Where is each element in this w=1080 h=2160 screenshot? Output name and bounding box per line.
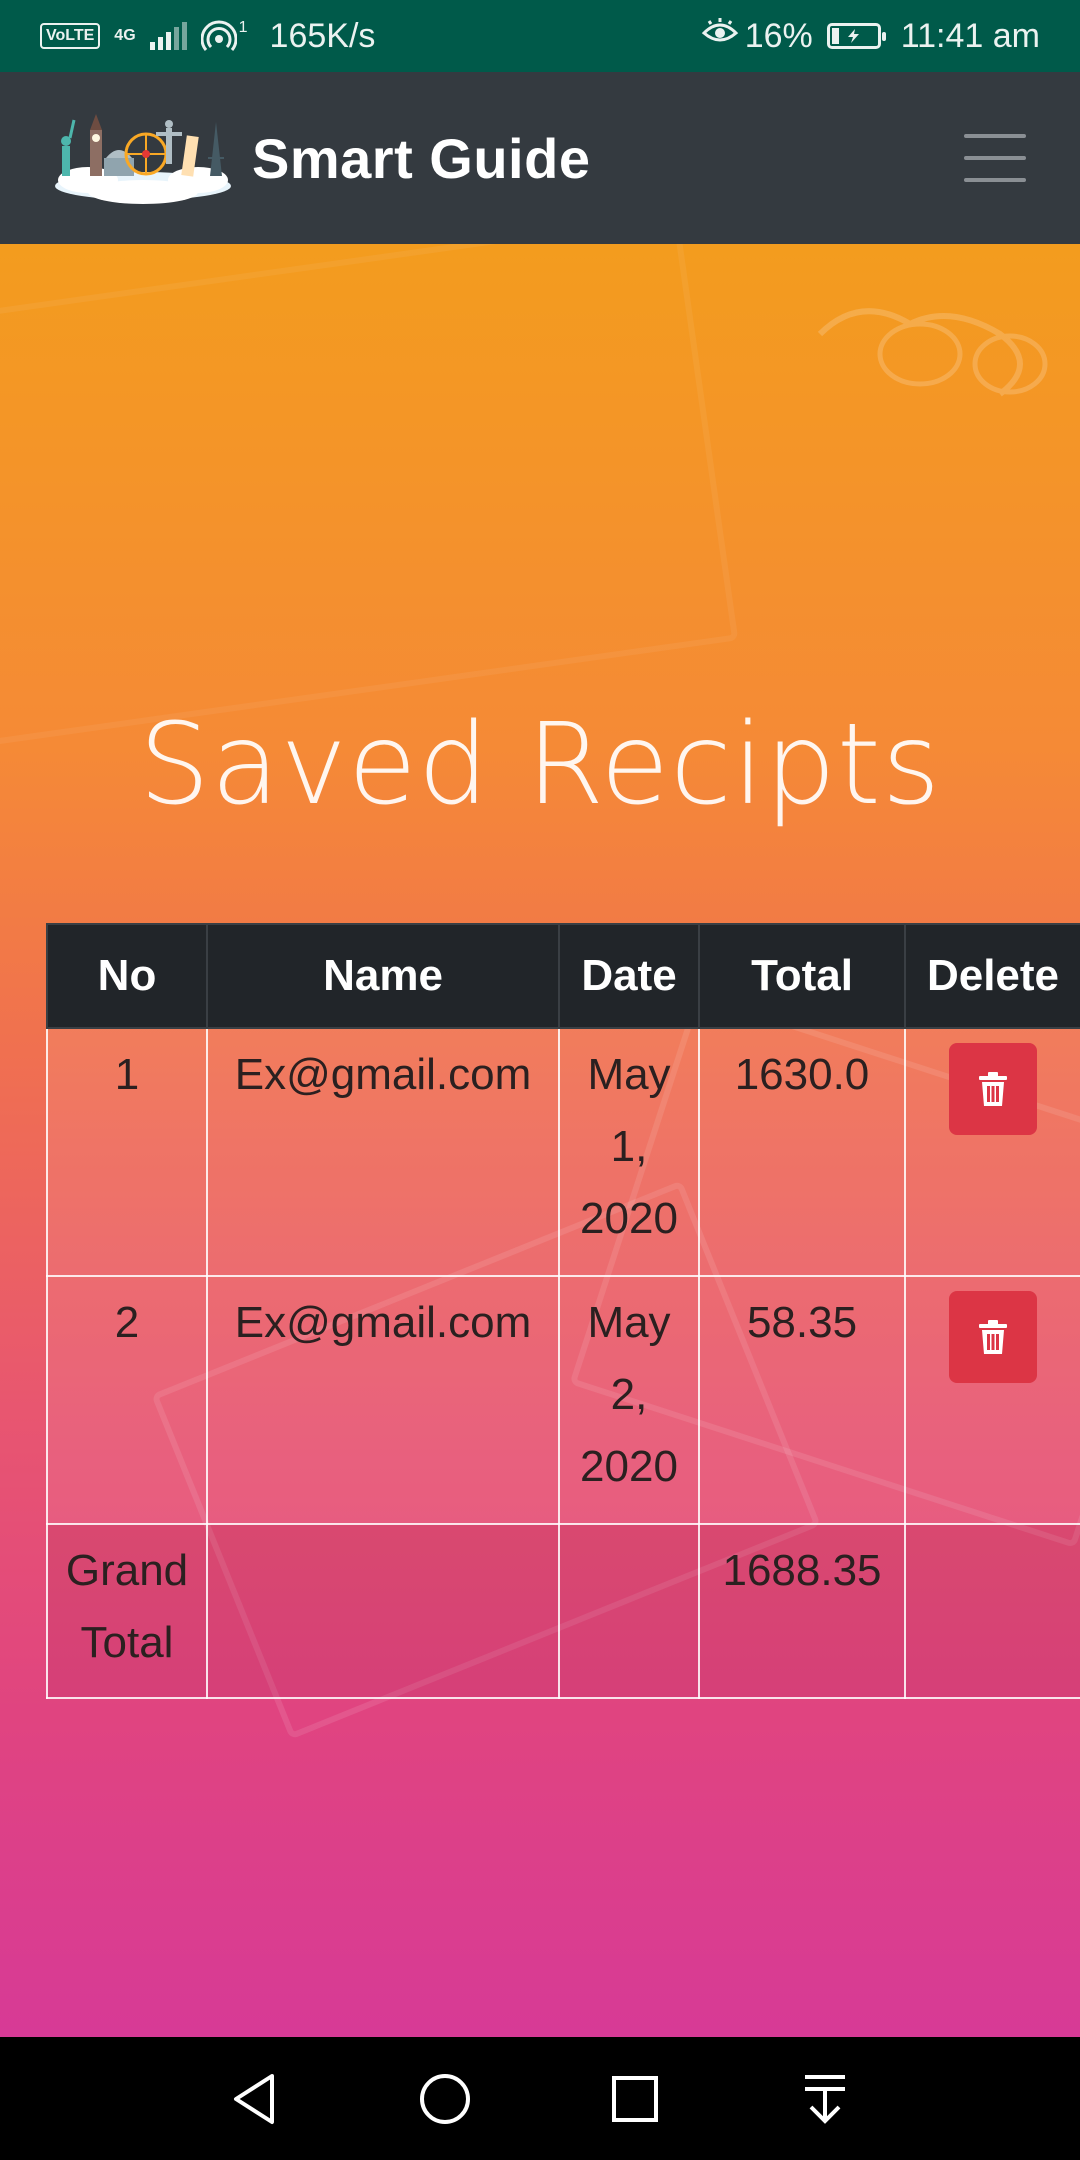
cell-date: May 1, 2020: [558, 1027, 700, 1277]
status-bar: VoLTE 4G 1 165K/s 16% 11:41 am: [0, 0, 1080, 72]
grand-total-label-line1: Grand: [65, 1546, 189, 1595]
grand-total-label: Grand Total: [46, 1523, 208, 1699]
status-right: 16% 11:41 am: [701, 17, 1040, 56]
volte-icon: VoLTE: [40, 23, 101, 49]
column-header-total: Total: [698, 923, 906, 1029]
background-glasses-decor: [817, 308, 1048, 397]
status-left: VoLTE 4G 1 165K/s: [40, 17, 375, 56]
cell-empty: [904, 1523, 1080, 1699]
cell-empty: [206, 1523, 560, 1699]
recents-icon[interactable]: [595, 2059, 675, 2139]
column-header-name: Name: [206, 923, 560, 1029]
cell-total: 1630.0: [698, 1027, 906, 1277]
hamburger-menu-icon[interactable]: [964, 134, 1026, 182]
cell-date: May 2, 2020: [558, 1275, 700, 1525]
battery-icon: [826, 23, 886, 49]
column-header-no: No: [46, 923, 208, 1029]
battery-percent: 16%: [744, 16, 813, 55]
date-day: 1,: [610, 1122, 648, 1171]
column-header-delete: Delete: [904, 923, 1080, 1029]
receipts-table: No Name Date Total Delete 1 Ex@gmail.com…: [46, 923, 1080, 1699]
trash-icon: [979, 1072, 1007, 1106]
signal-strength-icon: [149, 22, 187, 50]
main-content: Saved Recipts No Name Date Total Delete: [0, 244, 1080, 2037]
app-navbar: Smart Guide: [0, 72, 1080, 244]
date-day: 2,: [610, 1370, 648, 1419]
eye-comfort-icon: [701, 17, 739, 56]
table-row: 1 Ex@gmail.com May 1, 2020 1630.0: [46, 1027, 1080, 1277]
home-icon[interactable]: [405, 2059, 485, 2139]
date-month: May: [587, 1050, 671, 1099]
date-year: 2020: [580, 1194, 678, 1243]
cell-no: 2: [46, 1275, 208, 1525]
network-type-label: 4G: [114, 27, 136, 44]
back-icon[interactable]: [215, 2059, 295, 2139]
table-row: 2 Ex@gmail.com May 2, 2020 58.35: [46, 1275, 1080, 1525]
network-type-icon: 4G: [114, 28, 135, 44]
delete-button[interactable]: [949, 1291, 1037, 1383]
notification-pull-icon[interactable]: [785, 2059, 865, 2139]
cell-no: 1: [46, 1027, 208, 1277]
date-year: 2020: [580, 1442, 678, 1491]
hotspot-icon: 1: [200, 19, 248, 53]
table-header-row: No Name Date Total Delete: [46, 923, 1080, 1029]
trash-icon: [979, 1320, 1007, 1354]
cell-name: Ex@gmail.com: [206, 1275, 560, 1525]
system-navigation-bar: [0, 2037, 1080, 2160]
brand-name[interactable]: Smart Guide: [252, 126, 590, 191]
page-title: Saved Recipts: [138, 700, 942, 830]
column-header-date: Date: [558, 923, 700, 1029]
grand-total-row: Grand Total 1688.35: [46, 1523, 1080, 1699]
delete-button[interactable]: [949, 1043, 1037, 1135]
network-speed: 165K/s: [269, 16, 376, 55]
background-photo-decor: [0, 244, 739, 748]
date-month: May: [587, 1298, 671, 1347]
grand-total-label-line2: Total: [80, 1618, 174, 1667]
receipts-table-container: No Name Date Total Delete 1 Ex@gmail.com…: [46, 923, 1080, 1699]
cell-delete: [904, 1027, 1080, 1277]
travel-landmarks-logo[interactable]: [48, 108, 236, 208]
cell-name: Ex@gmail.com: [206, 1027, 560, 1277]
cell-delete: [904, 1275, 1080, 1525]
grand-total-value: 1688.35: [698, 1523, 906, 1699]
cell-total: 58.35: [698, 1275, 906, 1525]
cell-empty: [558, 1523, 700, 1699]
battery-level: [831, 28, 839, 44]
hotspot-badge: 1: [238, 19, 248, 36]
clock: 11:41 am: [900, 16, 1040, 55]
